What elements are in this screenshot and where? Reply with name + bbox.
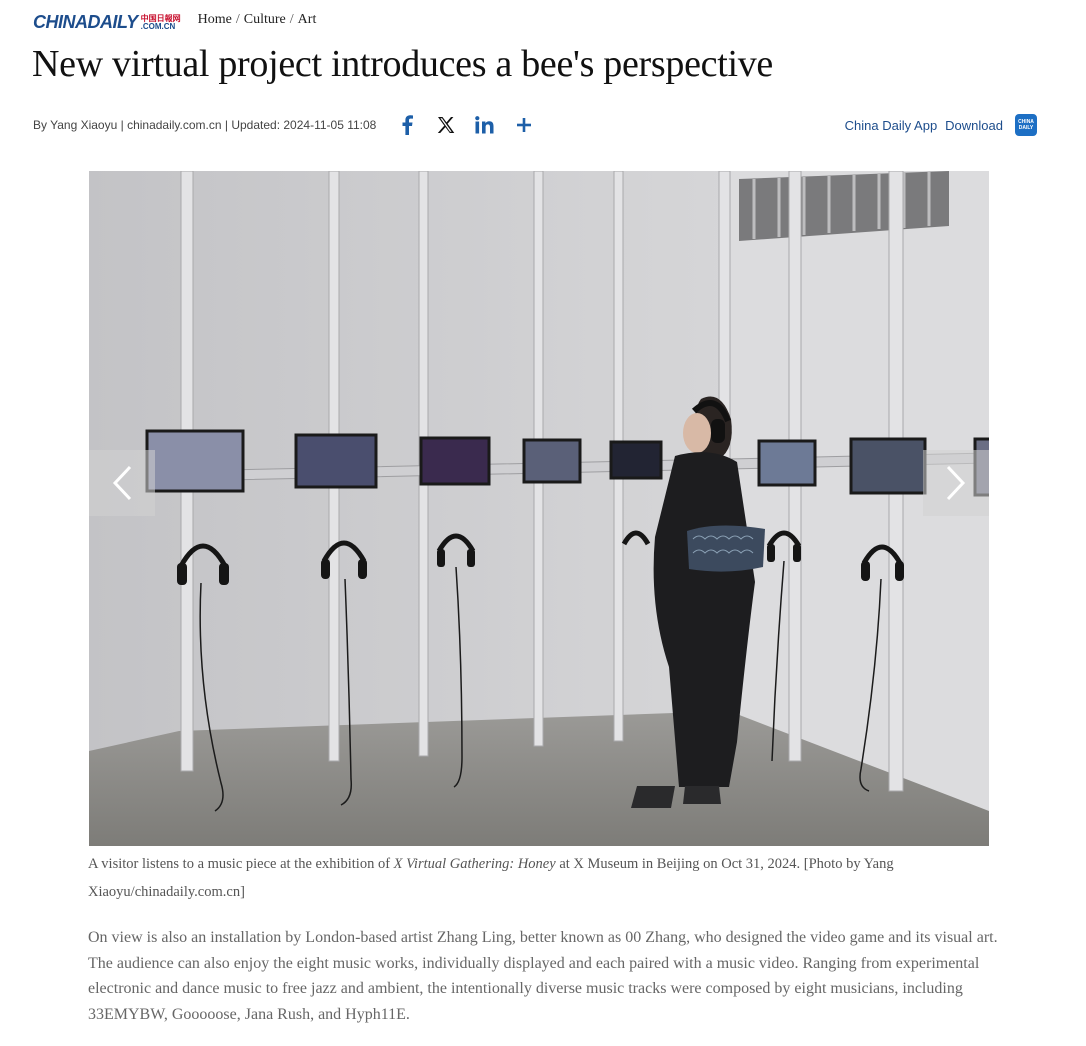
breadcrumb-separator: / bbox=[289, 12, 294, 27]
breadcrumb-home[interactable]: Home bbox=[198, 12, 232, 28]
plus-icon[interactable] bbox=[513, 114, 535, 136]
top-bar: CHINADAILY 中国日報网 .COM.CN Home / Culture … bbox=[33, 8, 316, 32]
download-link[interactable]: Download bbox=[945, 118, 1003, 133]
exhibition-photo-illustration bbox=[89, 171, 989, 846]
chevron-left-icon bbox=[112, 465, 132, 501]
china-daily-app-icon[interactable]: CHINA DAILY bbox=[1015, 114, 1037, 136]
article-paragraph: On view is also an installation by Londo… bbox=[88, 929, 998, 1023]
logo-domain: .COM.CN bbox=[140, 22, 176, 31]
article-title: New virtual project introduces a bee's p… bbox=[32, 43, 773, 85]
china-daily-app-link[interactable]: China Daily App bbox=[845, 118, 938, 133]
share-bar bbox=[396, 114, 535, 136]
linkedin-icon[interactable] bbox=[474, 114, 496, 136]
app-icon-line2: DAILY bbox=[1018, 125, 1034, 131]
breadcrumb-art[interactable]: Art bbox=[298, 12, 317, 28]
breadcrumb-culture[interactable]: Culture bbox=[244, 12, 286, 28]
carousel-next-button[interactable] bbox=[923, 450, 989, 516]
caption-exhibition-title: X Virtual Gathering: Honey bbox=[393, 856, 556, 872]
breadcrumb-separator: / bbox=[235, 12, 240, 27]
china-daily-logo[interactable]: CHINADAILY 中国日報网 .COM.CN bbox=[33, 9, 181, 31]
x-icon[interactable] bbox=[435, 114, 457, 136]
app-links: China Daily App Download CHINA DAILY bbox=[845, 114, 1037, 136]
article-photo bbox=[89, 171, 989, 846]
breadcrumb: Home / Culture / Art bbox=[198, 12, 317, 28]
photo-caption: A visitor listens to a music piece at th… bbox=[88, 850, 988, 906]
chevron-right-icon bbox=[946, 465, 966, 501]
carousel-prev-button[interactable] bbox=[89, 450, 155, 516]
logo-wordmark: CHINADAILY bbox=[33, 12, 138, 32]
byline-row: By Yang Xiaoyu | chinadaily.com.cn | Upd… bbox=[33, 112, 1037, 138]
article-byline: By Yang Xiaoyu | chinadaily.com.cn | Upd… bbox=[33, 118, 377, 132]
logo-side: 中国日報网 .COM.CN bbox=[141, 15, 181, 31]
facebook-icon[interactable] bbox=[396, 114, 418, 136]
caption-text-start: A visitor listens to a music piece at th… bbox=[88, 856, 394, 872]
